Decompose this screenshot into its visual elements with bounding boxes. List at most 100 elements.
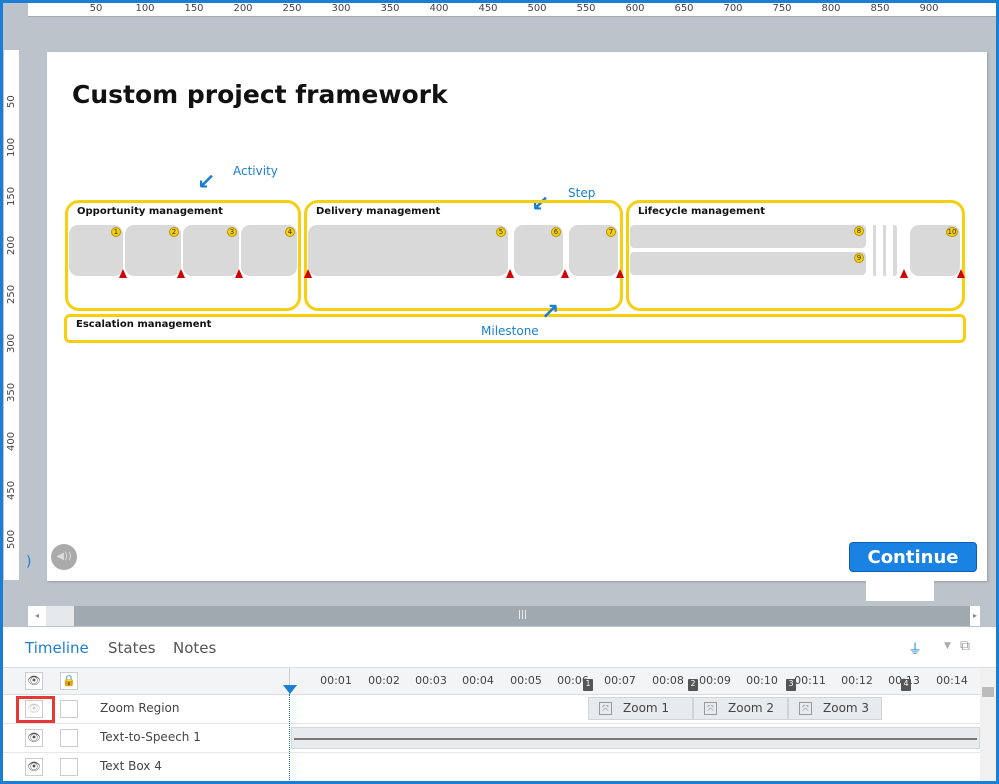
playhead[interactable] <box>283 685 297 694</box>
callout-milestone: Milestone <box>481 324 539 338</box>
step-6: 6 <box>514 225 563 276</box>
lock-checkbox[interactable] <box>60 700 78 718</box>
scroll-left-button[interactable]: ◂ <box>28 606 46 626</box>
audio-waveform[interactable] <box>291 727 980 749</box>
group-label: Escalation management <box>76 319 212 330</box>
zoom-bar-2[interactable]: ⤧ Zoom 2 <box>693 697 788 720</box>
callout-step: Step <box>568 186 596 200</box>
milestone-icon <box>177 269 185 278</box>
ruler-tick-label: 150 <box>184 3 204 14</box>
zoom-label: Zoom 3 <box>823 701 870 715</box>
step-number: 8 <box>854 226 864 236</box>
zoom-icon: ⤧ <box>799 702 812 715</box>
milestone-icon <box>235 269 243 278</box>
zoom-label: Zoom 2 <box>728 701 775 715</box>
ruler-tick-label: 500 <box>527 3 547 14</box>
step-gap-line <box>883 225 886 276</box>
time-label: 00:02 <box>368 674 400 687</box>
time-label: 00:09 <box>699 674 731 687</box>
group-label: Lifecycle management <box>638 206 766 217</box>
show-all-eye-icon[interactable]: 👁 <box>25 672 43 690</box>
horizontal-scrollbar[interactable]: ◂ ||| ▸ <box>28 606 980 626</box>
timeline-row-text-to-speech[interactable]: 👁 Text-to-Speech 1 <box>0 724 980 753</box>
ruler-tick-label: 350 <box>380 3 400 14</box>
ruler-top: 50 100 150 200 250 300 350 400 450 500 550 600 650 70… <box>28 0 999 17</box>
ruler-tick-label: 900 <box>919 3 939 14</box>
ruler-tick-label: 100 <box>135 3 155 14</box>
time-label: 00:12 <box>841 674 873 687</box>
ruler-tick-label: 800 <box>821 3 841 14</box>
ruler-tick-label: 700 <box>723 3 743 14</box>
ruler-tick-label: 650 <box>674 3 694 14</box>
time-label: 00:14 <box>936 674 968 687</box>
milestone-icon <box>506 269 514 278</box>
zoom-icon: ⤧ <box>599 702 612 715</box>
time-label: 00:01 <box>320 674 352 687</box>
scroll-track[interactable] <box>46 606 74 626</box>
dropdown-arrow-icon[interactable]: ▼ <box>944 641 951 651</box>
ruler-tick-label: 400 <box>429 3 449 14</box>
slide[interactable]: Custom project framework Activity ↙ Step… <box>47 52 987 581</box>
time-label: 00:07 <box>604 674 636 687</box>
ruler-tick-label: 150 <box>6 186 17 206</box>
ruler-tick-label: 50 <box>6 95 17 108</box>
cue-marker[interactable]: 2 <box>688 679 698 691</box>
cue-marker[interactable]: 1 <box>583 679 593 691</box>
scroll-thumb[interactable] <box>982 687 994 697</box>
lock-all-icon[interactable]: 🔒 <box>60 672 78 690</box>
group-label: Opportunity management <box>77 206 223 217</box>
milestone-icon <box>304 269 312 278</box>
lock-checkbox[interactable] <box>60 758 78 776</box>
milestone-icon <box>119 269 127 278</box>
cue-marker[interactable]: 4 <box>901 679 911 691</box>
time-label: 00:11 <box>794 674 826 687</box>
step-number: 6 <box>551 227 561 237</box>
time-label: 00:08 <box>652 674 684 687</box>
timeline-row-text-box[interactable]: 👁 Text Box 4 <box>0 753 980 782</box>
audio-button[interactable]: ◀)) <box>51 544 77 570</box>
step-number: 3 <box>227 227 237 237</box>
scroll-thumb-grip[interactable]: ||| <box>518 610 527 620</box>
audio-wave-icon: ) <box>26 554 32 570</box>
step-number: 9 <box>854 253 864 263</box>
visibility-eye-icon[interactable]: 👁 <box>25 700 43 718</box>
step-number: 10 <box>946 227 958 237</box>
ruler-tick-label: 50 <box>89 3 103 14</box>
milestone-icon <box>561 269 569 278</box>
ruler-tick-label: 400 <box>6 431 17 451</box>
ruler-tick-label: 450 <box>6 480 17 500</box>
timeline-panel: Timeline States Notes ⏚ ▼ ⧉ 👁 🔒 00:01 00… <box>0 627 999 784</box>
step-number: 4 <box>285 227 295 237</box>
step-1: 1 <box>69 225 123 276</box>
vertical-scrollbar[interactable] <box>980 669 996 784</box>
lock-checkbox[interactable] <box>60 729 78 747</box>
playhead-line <box>289 694 290 784</box>
step-9: 9 <box>630 252 866 275</box>
visibility-eye-icon[interactable]: 👁 <box>25 729 43 747</box>
tab-states[interactable]: States <box>108 639 156 657</box>
step-gap-line <box>873 225 876 276</box>
scroll-right-button[interactable]: ▸ <box>970 606 980 626</box>
ruler-tick-label: 250 <box>6 284 17 304</box>
ruler-tick-label: 250 <box>282 3 302 14</box>
step-7: 7 <box>569 225 618 276</box>
ruler-tick-label: 300 <box>331 3 351 14</box>
slide-title: Custom project framework <box>72 80 448 109</box>
continue-button[interactable]: Continue <box>849 542 977 572</box>
cue-marker[interactable]: 3 <box>786 679 796 691</box>
curved-arrow-icon: ↗ <box>541 300 560 325</box>
step-number: 5 <box>496 227 506 237</box>
milestone-icon <box>616 269 624 278</box>
zoom-bar-3[interactable]: ⤧ Zoom 3 <box>788 697 882 720</box>
restore-window-icon[interactable]: ⧉ <box>960 638 970 654</box>
fit-timeline-icon[interactable]: ⏚ <box>908 639 922 659</box>
tab-notes[interactable]: Notes <box>173 639 216 657</box>
stage-canvas: 50 100 150 200 250 300 350 400 450 500 550 600 650 70… <box>0 0 999 627</box>
step-2: 2 <box>125 225 181 276</box>
tab-timeline[interactable]: Timeline <box>25 639 89 657</box>
ruler-tick-label: 550 <box>576 3 596 14</box>
time-label: 00:04 <box>462 674 494 687</box>
ruler-tick-label: 500 <box>6 529 17 549</box>
zoom-bar-1[interactable]: ⤧ Zoom 1 <box>588 697 693 720</box>
visibility-eye-icon[interactable]: 👁 <box>25 758 43 776</box>
